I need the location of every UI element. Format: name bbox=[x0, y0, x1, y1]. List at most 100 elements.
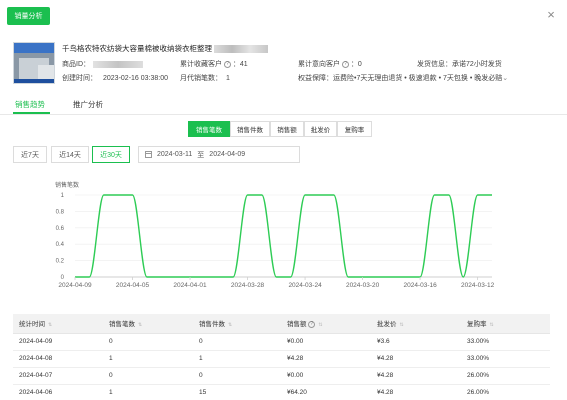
table-cell: 33.00% bbox=[461, 333, 550, 351]
divider bbox=[0, 114, 567, 115]
table-cell: ¥4.28 bbox=[371, 350, 461, 368]
column-header[interactable]: 复购率 ⇅ bbox=[461, 314, 550, 334]
product-id-label: 商品ID： bbox=[62, 61, 90, 68]
table-cell: 33.00% bbox=[461, 350, 550, 368]
sales-analysis-button[interactable]: 销量分析 bbox=[7, 7, 50, 25]
created-time-value: 2023-02-16 03:38:00 bbox=[103, 75, 168, 82]
metric-tab-wholesale-price[interactable]: 批发价 bbox=[304, 121, 337, 137]
rights-value: 运费险•7天无理由退货 • 极速退款 • 7天包换 • 晚发必赔 bbox=[333, 75, 503, 82]
table-cell: ¥0.00 bbox=[281, 367, 371, 385]
date-separator: 至 bbox=[197, 151, 205, 159]
x-tick-label: 2024-04-01 bbox=[173, 282, 207, 289]
metric-tab-sales-pieces[interactable]: 销售件数 bbox=[230, 121, 270, 137]
cumulative-inquiry-label: 累计意向客户 bbox=[298, 61, 340, 68]
y-tick-label: 0.2 bbox=[56, 259, 65, 265]
table-cell: 2024-04-09 bbox=[13, 333, 103, 351]
shipping-info: 发货信息：承诺72小时发货 bbox=[417, 59, 502, 69]
redacted-text bbox=[214, 45, 268, 54]
x-tick-label: 2024-03-12 bbox=[461, 282, 495, 289]
table-cell: ¥4.28 bbox=[371, 384, 461, 400]
range-7-days[interactable]: 近7天 bbox=[13, 146, 47, 163]
x-tick-label: 2024-03-24 bbox=[288, 282, 322, 289]
date-end[interactable]: 2024-04-09 bbox=[209, 151, 245, 158]
redacted-id bbox=[93, 60, 143, 68]
x-tick-label: 2024-03-20 bbox=[346, 282, 380, 289]
header-label: 批发价 bbox=[377, 321, 397, 329]
y-tick-label: 1 bbox=[61, 193, 65, 199]
column-header[interactable]: 批发价 ⇅ bbox=[371, 314, 461, 334]
table-row: 2024-04-07 0 0 ¥0.00 ¥4.28 26.00% bbox=[13, 367, 550, 385]
table-cell: ¥3.6 bbox=[371, 333, 461, 351]
help-icon[interactable]: ? bbox=[308, 321, 316, 329]
table-cell: 0 bbox=[193, 333, 281, 351]
header-label: 销售笔数 bbox=[109, 321, 135, 329]
column-header[interactable]: 销售额 ? ⇅ bbox=[281, 314, 371, 334]
header-label: 销售件数 bbox=[199, 321, 225, 329]
shipping-value: 承诺72小时发货 bbox=[452, 61, 502, 68]
column-header[interactable]: 销售笔数 ⇅ bbox=[103, 314, 193, 334]
cumulative-customers-label: 累计收藏客户 bbox=[180, 61, 222, 68]
y-tick-label: 0.4 bbox=[56, 242, 65, 248]
table-cell: ¥0.00 bbox=[281, 333, 371, 351]
table-cell: ¥64.20 bbox=[281, 384, 371, 400]
product-title: 千鸟格农特农纺袋大容量棉被收纳袋衣柜整理 bbox=[62, 43, 268, 54]
table-cell: 15 bbox=[193, 384, 281, 400]
chevron-down-icon[interactable]: ⌄ bbox=[502, 75, 508, 82]
tab-sales-trend[interactable]: 销售趋势 bbox=[15, 99, 45, 110]
shipping-label: 发货信息： bbox=[417, 61, 452, 68]
help-icon[interactable]: ? bbox=[223, 60, 231, 68]
help-icon[interactable]: ? bbox=[341, 60, 349, 68]
table-cell: ¥4.28 bbox=[281, 350, 371, 368]
close-icon[interactable]: × bbox=[545, 8, 557, 21]
header-label: 复购率 bbox=[467, 321, 487, 329]
x-tick-label: 2024-04-09 bbox=[58, 282, 92, 289]
metric-tab-sales-amount[interactable]: 销售额 bbox=[270, 121, 304, 137]
table-row: 2024-04-09 0 0 ¥0.00 ¥3.6 33.00% bbox=[13, 333, 550, 351]
table-cell: 26.00% bbox=[461, 367, 550, 385]
table-cell: 1 bbox=[103, 350, 193, 368]
cumulative-inquiry: 累计意向客户 ? ：0 bbox=[298, 59, 362, 69]
table-cell: 1 bbox=[103, 384, 193, 400]
x-tick-label: 2024-04-05 bbox=[116, 282, 150, 289]
header-label: 销售额 bbox=[287, 321, 307, 329]
monthly-sales-value: 1 bbox=[226, 75, 230, 82]
cumulative-customers: 累计收藏客户 ? ：41 bbox=[180, 59, 248, 69]
created-time: 创建时间： 2023-02-16 03:38:00 bbox=[62, 73, 168, 83]
table-cell: 0 bbox=[103, 367, 193, 385]
product-id: 商品ID： bbox=[62, 59, 143, 69]
table-cell: 0 bbox=[193, 367, 281, 385]
tab-promotion-analysis[interactable]: 推广分析 bbox=[73, 99, 103, 110]
y-tick-label: 0.8 bbox=[56, 209, 65, 215]
table-cell: 1 bbox=[193, 350, 281, 368]
column-header[interactable]: 统计时间 ⇅ bbox=[13, 314, 103, 334]
sales-table: 统计时间 ⇅ 销售笔数 ⇅ 销售件数 ⇅ 销售额 ? ⇅ 批发价 ⇅ 复购率 ⇅ 2024-… bbox=[13, 314, 550, 400]
sales-trend-chart: 销售笔数 0 0.2 0.4 0.6 0.8 1 2024-04-09 2024-04-05 20… bbox=[55, 181, 495, 289]
table-cell: 0 bbox=[103, 333, 193, 351]
date-start[interactable]: 2024-03-11 bbox=[157, 151, 192, 158]
date-range-picker[interactable]: 2024-03-11 至 2024-04-09 bbox=[138, 146, 300, 163]
monthly-sales-label: 月代销笔数： bbox=[180, 75, 222, 82]
range-30-days[interactable]: 近30天 bbox=[92, 146, 130, 163]
rights-guarantee: 权益保障：运费险•7天无理由退货 • 极速退款 • 7天包换 • 晚发必赔⌄ bbox=[298, 73, 508, 83]
table-cell: ¥4.28 bbox=[371, 367, 461, 385]
x-tick-label: 2024-03-16 bbox=[403, 282, 437, 289]
y-tick-label: 0.6 bbox=[56, 226, 65, 232]
sales-line bbox=[75, 194, 492, 278]
table-row: 2024-04-08 1 1 ¥4.28 ¥4.28 33.00% bbox=[13, 350, 550, 368]
table-cell: 2024-04-06 bbox=[13, 384, 103, 400]
rights-label: 权益保障： bbox=[298, 75, 333, 82]
cumulative-inquiry-value: ：0 bbox=[350, 61, 362, 68]
column-header[interactable]: 销售件数 ⇅ bbox=[193, 314, 281, 334]
y-tick-label: 0 bbox=[61, 275, 65, 281]
product-thumbnail bbox=[13, 42, 55, 84]
header-label: 统计时间 bbox=[19, 321, 45, 329]
metric-tab-sales-count[interactable]: 销售笔数 bbox=[188, 121, 230, 137]
created-time-label: 创建时间： bbox=[62, 75, 97, 82]
table-row: 2024-04-06 1 15 ¥64.20 ¥4.28 26.00% bbox=[13, 384, 550, 400]
monthly-sales: 月代销笔数： 1 bbox=[180, 73, 230, 83]
x-tick-label: 2024-03-28 bbox=[231, 282, 265, 289]
metric-tab-repurchase-rate[interactable]: 复购率 bbox=[337, 121, 372, 137]
cumulative-customers-value: ：41 bbox=[232, 61, 248, 68]
calendar-icon bbox=[145, 151, 152, 158]
range-14-days[interactable]: 近14天 bbox=[51, 146, 89, 163]
